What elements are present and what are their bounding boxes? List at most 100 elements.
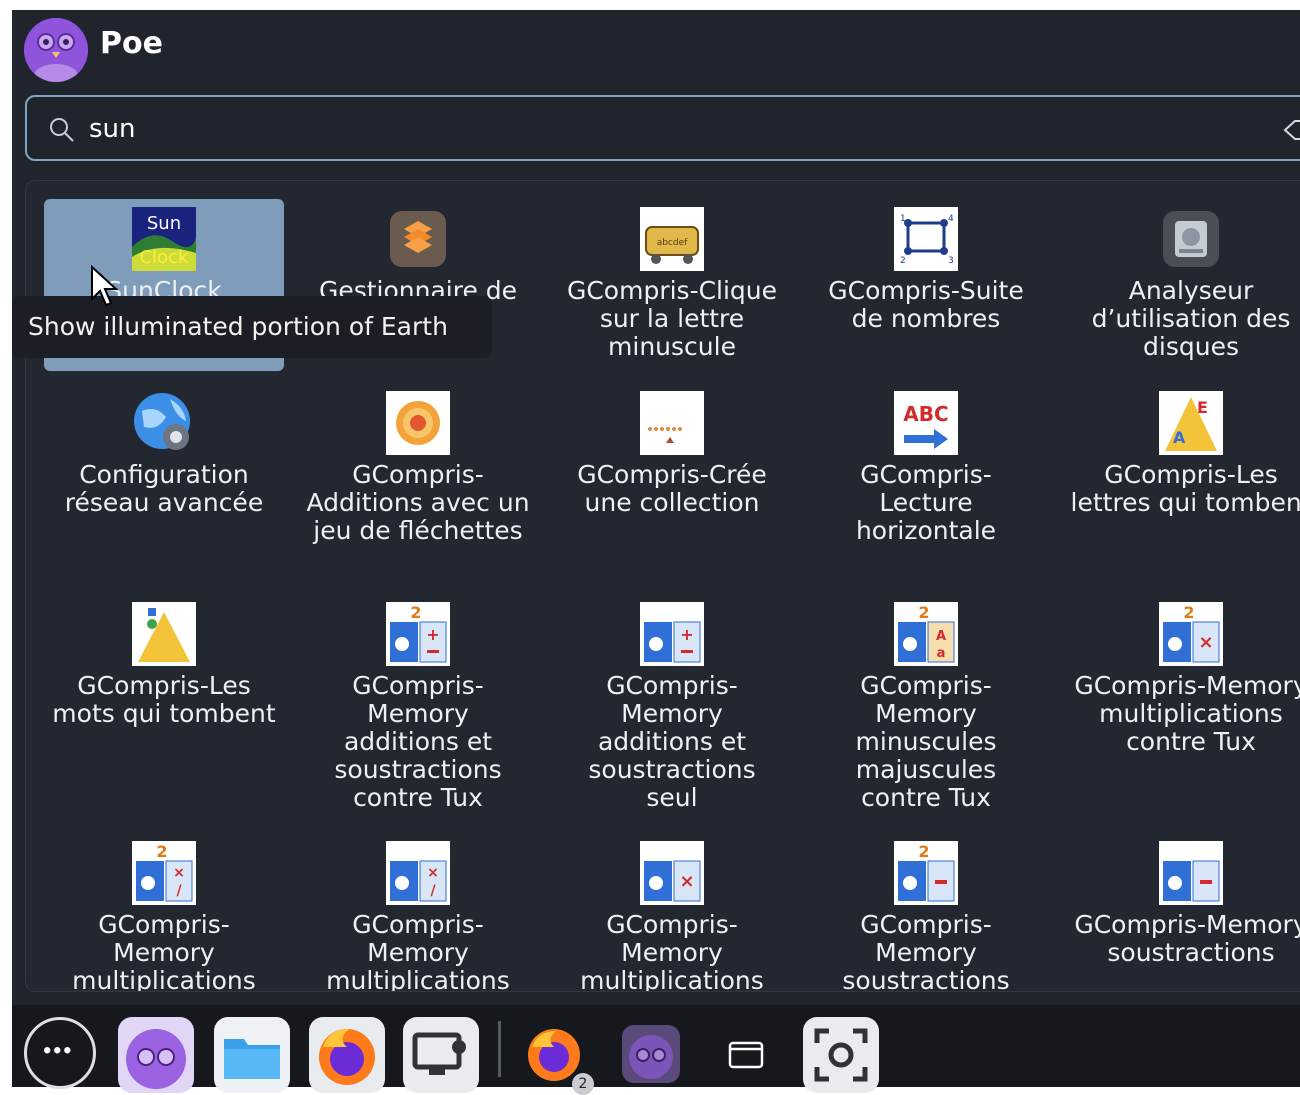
tooltip: Show illuminated portion of Earth bbox=[12, 296, 492, 358]
app-tile-label: GCompris-Les lettres qui tombent bbox=[1070, 460, 1300, 517]
dock: 2 bbox=[12, 1005, 1300, 1095]
app-tile[interactable]: Analyseur d’utilisation des disques bbox=[1060, 207, 1300, 361]
svg-text:×: × bbox=[679, 871, 694, 892]
svg-text:×: × bbox=[1198, 632, 1213, 653]
gcompris-number-sequence-icon: 1 4 3 2 bbox=[894, 207, 958, 271]
app-tile[interactable]: GCompris-Additions avec un jeu de fléche… bbox=[298, 391, 538, 545]
app-tile-label: GCompris-Memory soustractions bbox=[1074, 910, 1300, 967]
app-tile[interactable]: ABC GCompris-Lecture horizontale bbox=[806, 391, 1046, 545]
gcompris-falling-words-icon bbox=[132, 602, 196, 666]
dock-separator bbox=[498, 1021, 501, 1077]
svg-text:+: + bbox=[680, 625, 693, 644]
svg-text:abcdef: abcdef bbox=[657, 238, 688, 248]
app-tile-label: GCompris-Lecture horizontale bbox=[855, 460, 997, 545]
search-field[interactable] bbox=[25, 95, 1300, 161]
app-tile-label: GCompris-Memory multiplications contre T… bbox=[1074, 671, 1300, 756]
remote-desktop-icon[interactable] bbox=[403, 1017, 479, 1093]
app-tile-label: GCompris-Additions avec un jeu de fléche… bbox=[306, 460, 530, 545]
backspace-clear-icon[interactable] bbox=[1283, 115, 1300, 145]
app-tile[interactable]: + 2 GCompris-Memory additions et soustra… bbox=[298, 602, 538, 812]
svg-text:2: 2 bbox=[156, 842, 167, 861]
app-tile[interactable]: GCompris-Les mots qui tombent bbox=[44, 602, 284, 728]
window-icon[interactable] bbox=[726, 1035, 766, 1075]
gcompris-memory-letters-icon: A a 2 bbox=[894, 602, 958, 666]
mouse-pointer-icon bbox=[91, 265, 119, 307]
svg-text:/: / bbox=[430, 883, 436, 899]
app-tile[interactable]: × / 2 GCompris-Memory multiplications bbox=[44, 841, 284, 992]
svg-text:2: 2 bbox=[918, 842, 929, 861]
svg-text:1: 1 bbox=[900, 214, 906, 224]
svg-text:2: 2 bbox=[410, 603, 421, 622]
disk-analyzer-icon bbox=[1163, 211, 1219, 267]
app-tile[interactable]: abcdef GCompris-Clique sur la lettre min… bbox=[552, 207, 792, 361]
app-tile-label: GCompris-Les mots qui tombent bbox=[52, 671, 276, 728]
gcompris-memory-minus-icon bbox=[1159, 841, 1223, 905]
app-tile[interactable]: A E GCompris-Les lettres qui tombent bbox=[1060, 391, 1300, 517]
search-input[interactable] bbox=[87, 107, 1241, 151]
svg-text:+: + bbox=[426, 625, 439, 644]
launcher-header: Poe bbox=[12, 10, 1300, 90]
svg-text:/: / bbox=[176, 883, 182, 899]
app-tile[interactable]: Gestionnaire de bbox=[298, 207, 538, 305]
app-tile[interactable]: × / GCompris-Memory multiplications bbox=[298, 841, 538, 991]
gcompris-collection-icon bbox=[640, 391, 704, 455]
app-tile[interactable]: + GCompris-Memory additions et soustract… bbox=[552, 602, 792, 812]
svg-text:4: 4 bbox=[948, 214, 954, 224]
app-tile[interactable]: Configuration réseau avancée bbox=[44, 391, 284, 517]
sunclock-icon: Sun Clock bbox=[132, 207, 196, 271]
svg-text:2: 2 bbox=[918, 603, 929, 622]
svg-text:2: 2 bbox=[1183, 603, 1194, 622]
gcompris-falling-letters-icon: A E bbox=[1159, 391, 1223, 455]
gcompris-memory-times-div-tux-icon: × / 2 bbox=[132, 841, 196, 905]
app-tile-label: GCompris-Memory minuscules majuscules co… bbox=[855, 671, 997, 812]
svg-text:A: A bbox=[1173, 428, 1186, 447]
svg-text:3: 3 bbox=[948, 256, 954, 266]
app-tile-label: Configuration réseau avancée bbox=[64, 460, 264, 517]
gcompris-memory-times-tux-icon: × 2 bbox=[1159, 602, 1223, 666]
app-tile-label: GCompris-Memory soustractions bbox=[842, 910, 1010, 992]
svg-text:a: a bbox=[937, 646, 946, 661]
gcompris-train-icon: abcdef bbox=[640, 207, 704, 271]
app-tile[interactable]: A a 2 GCompris-Memory minuscules majuscu… bbox=[806, 602, 1046, 812]
poe-app-icon[interactable] bbox=[622, 1025, 680, 1083]
app-tile-label: GCompris-Memory multiplications bbox=[72, 910, 256, 992]
svg-text:×: × bbox=[173, 865, 185, 881]
owl-avatar-icon bbox=[24, 18, 88, 82]
app-title: Poe bbox=[100, 26, 163, 61]
firefox-icon[interactable]: 2 bbox=[524, 1025, 594, 1095]
gcompris-abc-reading-icon: ABC bbox=[894, 391, 958, 455]
gcompris-memory-plus-minus-tux-icon: + 2 bbox=[386, 602, 450, 666]
app-grid-icon[interactable] bbox=[24, 1017, 96, 1089]
network-settings-icon bbox=[134, 393, 190, 450]
svg-text:2: 2 bbox=[900, 256, 906, 266]
svg-text:Sun: Sun bbox=[147, 213, 181, 234]
screenshot-icon[interactable] bbox=[803, 1017, 879, 1093]
svg-text:E: E bbox=[1197, 398, 1208, 417]
app-tile-label: GCompris-Crée une collection bbox=[577, 460, 767, 517]
firefox-icon[interactable] bbox=[309, 1017, 385, 1093]
svg-text:ABC: ABC bbox=[903, 402, 948, 426]
app-tile[interactable]: GCompris-Crée une collection bbox=[552, 391, 792, 517]
app-tile[interactable]: × GCompris-Memory multiplications bbox=[552, 841, 792, 992]
app-tile[interactable]: 2 GCompris-Memory soustractions bbox=[806, 841, 1046, 992]
app-tile[interactable]: GCompris-Memory soustractions bbox=[1060, 841, 1300, 967]
app-tile-label: GCompris-Memory additions et soustractio… bbox=[334, 671, 502, 812]
app-tile[interactable]: 1 4 3 2 GCompris-Suite de nombres bbox=[806, 207, 1046, 333]
app-launcher: Poe Sun Clock Sun Clock bbox=[12, 10, 1300, 1005]
gcompris-target-icon bbox=[386, 391, 450, 455]
files-folder-icon[interactable] bbox=[214, 1017, 290, 1093]
svg-text:Clock: Clock bbox=[140, 247, 189, 268]
search-icon bbox=[50, 118, 74, 142]
gcompris-memory-plus-minus-icon: + bbox=[640, 602, 704, 666]
app-tile-label: GCompris-Clique sur la lettre minuscule bbox=[566, 276, 778, 361]
poe-app-icon[interactable] bbox=[118, 1017, 194, 1093]
app-tile-label: GCompris-Memory additions et soustractio… bbox=[588, 671, 756, 812]
gcompris-memory-times-icon: × bbox=[640, 841, 704, 905]
window-count-badge: 2 bbox=[572, 1073, 594, 1095]
app-tile-label: GCompris-Suite de nombres bbox=[828, 276, 1024, 333]
app-tile-label: Analyseur d’utilisation des disques bbox=[1091, 276, 1291, 361]
gcompris-memory-times-div-icon: × / bbox=[386, 841, 450, 905]
app-tile-label: GCompris-Memory multiplications bbox=[580, 910, 764, 992]
dropbox-package-icon bbox=[390, 211, 446, 267]
app-tile[interactable]: × 2 GCompris-Memory multiplications cont… bbox=[1060, 602, 1300, 756]
